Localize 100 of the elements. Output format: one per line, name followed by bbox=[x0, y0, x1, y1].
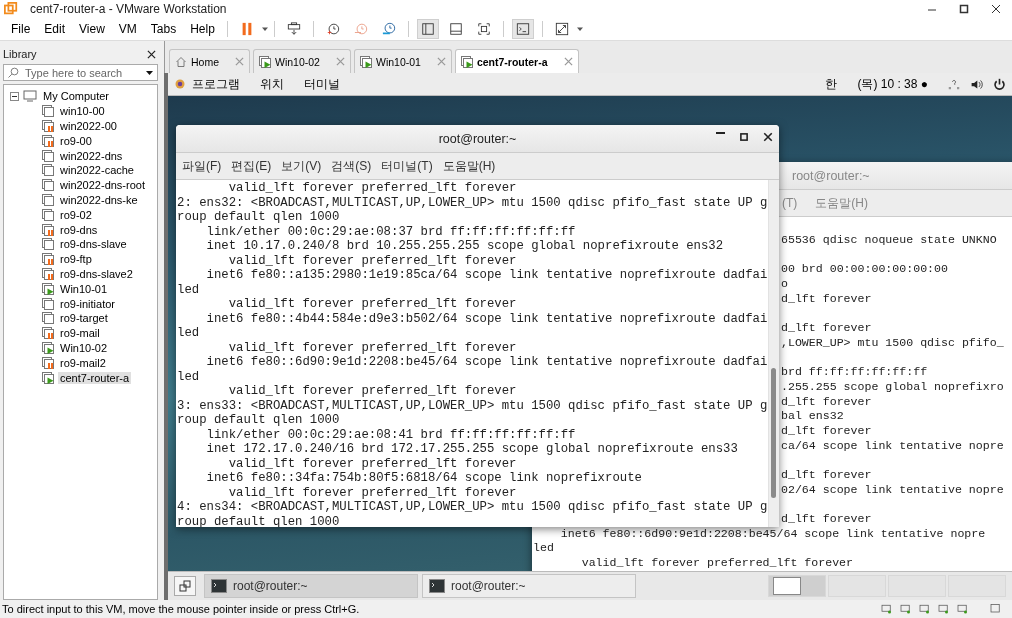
terminal-line: inet6 fe80::4b44:584e:d9e3:b502/64 scope link tentative noprefixroute dadfai bbox=[205, 311, 768, 326]
menu-item[interactable]: Tabs bbox=[143, 21, 184, 36]
terminal-line: inet6 fe80::34fa:754b:80f5:6818/64 scope link noprefixroute bbox=[205, 471, 642, 485]
volume-icon bbox=[970, 77, 983, 91]
menu-item[interactable]: 프로그램 bbox=[192, 75, 240, 93]
menu-item[interactable]: Edit bbox=[37, 21, 73, 36]
sidebar-item[interactable]: Win10-01 bbox=[58, 282, 110, 295]
terminal-icon bbox=[429, 579, 445, 593]
apps-icon bbox=[174, 78, 186, 90]
terminal-line: ,LOWER_UP> mtu 1500 qdisc pfifo_ bbox=[781, 335, 1004, 349]
terminal-line: link/ether 00:0c:29:ae:08:37 brd ff:ff:ff:ff:ff:ff bbox=[205, 224, 576, 239]
sidebar-item[interactable]: ro9-00 bbox=[58, 134, 94, 147]
tab[interactable]: Home bbox=[169, 49, 250, 73]
clock-icon bbox=[325, 21, 340, 36]
window-title: root@router:~ bbox=[438, 131, 517, 146]
terminal-line: roup default qlen 1000 bbox=[177, 413, 340, 427]
sidebar-item[interactable]: win2022-dns-root bbox=[58, 179, 147, 192]
menu-item[interactable]: 보기(V) bbox=[281, 157, 322, 175]
terminal-icon bbox=[211, 579, 227, 593]
sidebar-item[interactable]: ro9-ftp bbox=[58, 253, 94, 266]
terminal-line: d_lft forever bbox=[781, 468, 872, 481]
terminal-line: inet 172.17.0.240/16 brd 172.17.255.255 scope global noprefixroute ens33 bbox=[205, 442, 738, 456]
running-vm-icon bbox=[359, 55, 372, 68]
terminal-line: bal ens32 bbox=[781, 409, 844, 423]
caret-icon bbox=[145, 68, 154, 77]
terminal-line: .255.255 scope global noprefixro bbox=[781, 379, 1004, 393]
menu-item[interactable]: 터미널(T) bbox=[381, 157, 433, 175]
windows-icon bbox=[179, 580, 191, 592]
sidebar-item[interactable]: win2022-dns-ke bbox=[58, 193, 140, 206]
close-icon bbox=[763, 132, 773, 142]
terminal-line: led bbox=[177, 369, 200, 384]
message-icon bbox=[989, 603, 1002, 615]
keyboard-icon bbox=[286, 21, 301, 36]
menu-item[interactable]: 검색(S) bbox=[331, 157, 372, 175]
minimize-icon bbox=[716, 132, 725, 134]
terminal-line: valid_lft forever preferred_lft forever bbox=[227, 485, 517, 500]
sidebar-item[interactable]: ro9-dns-slave2 bbox=[58, 267, 135, 280]
search-icon bbox=[7, 66, 19, 79]
power-icon bbox=[993, 77, 1006, 91]
show-desktop-button[interactable] bbox=[174, 576, 196, 596]
maximize-icon bbox=[739, 132, 749, 142]
sidebar-item[interactable]: ro9-dns-slave bbox=[58, 238, 129, 251]
terminal-line: inet6 fe80::6d90:9e1d:2208:be45/64 scope link tentative noprefixroute dadfai bbox=[205, 355, 768, 369]
menu-item[interactable]: VM bbox=[111, 21, 144, 36]
menu-item[interactable]: 터미널 bbox=[304, 75, 340, 93]
close-icon bbox=[436, 57, 446, 66]
clock[interactable]: (목) 10 : 38 ● bbox=[857, 75, 928, 93]
workspace-switcher[interactable] bbox=[768, 575, 826, 597]
sidebar-item[interactable]: cent7-router-a bbox=[58, 371, 132, 384]
tab[interactable]: Win10-02 bbox=[253, 49, 351, 73]
menu-item[interactable]: View bbox=[72, 21, 112, 36]
sidebar-item[interactable]: ro9-target bbox=[58, 312, 110, 325]
tab[interactable]: cent7-router-a bbox=[454, 49, 579, 73]
sidebar-item[interactable]: win10-00 bbox=[58, 105, 107, 118]
search-field[interactable]: Type here to search bbox=[3, 64, 158, 81]
terminal-line: brd ff:ff:ff:ff:ff:ff bbox=[781, 365, 928, 379]
sidebar-item[interactable]: ro9-dns bbox=[58, 223, 100, 236]
sidebar-item[interactable]: ro9-mail2 bbox=[58, 356, 108, 369]
scrollbar-thumb[interactable] bbox=[771, 368, 776, 498]
sidebar-item[interactable]: ro9-initiator bbox=[58, 297, 118, 310]
terminal-line: d_lft forever bbox=[781, 394, 872, 408]
sidebar-item[interactable]: ro9-mail bbox=[58, 327, 102, 340]
close-icon[interactable] bbox=[990, 2, 1002, 15]
terminal-line: link/ether 00:0c:29:ae:08:41 brd ff:ff:ff:ff:ff:ff bbox=[205, 427, 576, 442]
terminal-line: valid_lft forever preferred_lft forever bbox=[227, 456, 517, 471]
sidebar-item[interactable]: win2022-00 bbox=[58, 120, 119, 132]
taskbar-button[interactable]: root@router:~ bbox=[422, 574, 636, 598]
computer-icon bbox=[23, 90, 37, 103]
terminal-line: 2: ens32: <BROADCAST,MULTICAST,UP,LOWER_UP> mtu 1500 qdisc pfifo_fast state UP g bbox=[177, 195, 768, 210]
sidebar-item[interactable]: ro9-02 bbox=[58, 208, 94, 221]
input-method-indicator[interactable]: 한 bbox=[825, 75, 838, 93]
terminal-line: valid_lft forever preferred_lft forever bbox=[227, 297, 517, 311]
sidebar-item[interactable]: win2022-cache bbox=[58, 164, 136, 177]
tree-item[interactable]: My Computer bbox=[41, 90, 112, 103]
terminal-line: led bbox=[177, 326, 200, 340]
menu-item[interactable]: 위치 bbox=[260, 75, 284, 93]
maximize-icon[interactable] bbox=[958, 2, 970, 15]
toolbar-button[interactable] bbox=[511, 18, 534, 39]
terminal-line: roup default qlen 1000 bbox=[177, 210, 340, 224]
tab[interactable]: Win10-01 bbox=[353, 49, 452, 73]
home-icon bbox=[175, 55, 187, 68]
close-icon bbox=[335, 57, 345, 66]
taskbar-button[interactable]: root@router:~ bbox=[204, 574, 418, 598]
terminal-line: d_lft forever bbox=[781, 321, 872, 335]
menu-item[interactable]: 편집(E) bbox=[231, 157, 272, 175]
menu-item[interactable]: 파일(F) bbox=[182, 157, 222, 175]
close-icon bbox=[147, 49, 156, 59]
toolbar-button[interactable] bbox=[416, 18, 439, 39]
menu-item[interactable]: File bbox=[4, 21, 38, 36]
terminal-line: o bbox=[781, 277, 788, 291]
terminal-line: led bbox=[177, 282, 200, 297]
running-vm-icon bbox=[460, 55, 473, 68]
terminal-line: d_lft forever bbox=[781, 423, 872, 437]
menu-item[interactable]: Help bbox=[183, 21, 222, 36]
terminal-line: 02/64 scope link tentative nopre bbox=[781, 482, 1004, 496]
sidebar-item[interactable]: Win10-02 bbox=[58, 341, 110, 354]
terminal-line: inet 10.17.0.240/8 brd 10.255.255.255 scope global noprefixroute ens32 bbox=[205, 239, 724, 253]
sidebar-item[interactable]: win2022-dns bbox=[58, 149, 125, 162]
window-title: root@router:~ bbox=[792, 168, 870, 183]
menu-item[interactable]: 도움말(H) bbox=[442, 157, 496, 175]
